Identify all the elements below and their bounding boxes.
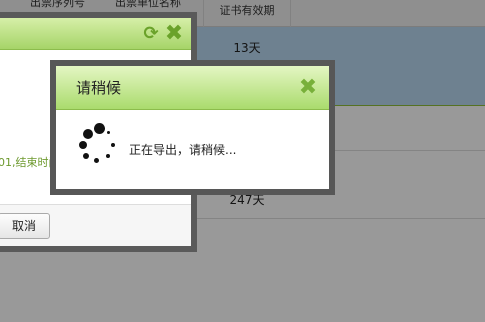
dialog-body: 正在导出，请稍候...: [56, 111, 329, 184]
dialog-header: ⟳ ✖: [0, 18, 191, 50]
dialog-footer: 取消: [0, 204, 191, 246]
please-wait-dialog: 请稍候 ✖ 正在导出，请稍候...: [50, 60, 335, 195]
loading-spinner-icon: [78, 123, 118, 167]
close-icon[interactable]: ✖: [297, 77, 319, 99]
refresh-icon[interactable]: ⟳: [141, 24, 161, 44]
dialog-title: 请稍候: [76, 79, 122, 97]
cancel-button[interactable]: 取消: [0, 213, 50, 239]
status-message: 正在导出，请稍候...: [129, 143, 237, 157]
dialog-header: 请稍候 ✖: [56, 66, 329, 110]
close-icon[interactable]: ✖: [163, 23, 185, 45]
